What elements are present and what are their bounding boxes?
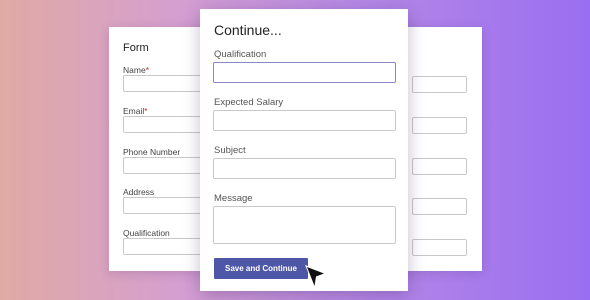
qualification-input[interactable] <box>213 62 396 83</box>
continue-form-title: Continue... <box>214 22 282 38</box>
subject-input[interactable] <box>213 158 396 179</box>
expected-salary-input[interactable] <box>213 110 396 131</box>
name-label: Name* <box>123 65 149 75</box>
right-field-4[interactable] <box>412 198 467 215</box>
right-field-5[interactable] <box>412 239 467 256</box>
expected-salary-label: Expected Salary <box>214 97 284 108</box>
mouse-pointer-icon <box>305 265 327 289</box>
form-title: Form <box>123 42 149 54</box>
qualification-label: Qualification <box>123 228 170 238</box>
save-and-continue-button[interactable]: Save and Continue <box>214 258 308 279</box>
message-textarea[interactable] <box>213 206 396 244</box>
phone-number-label: Phone Number <box>123 147 181 157</box>
message-label: Message <box>214 193 253 204</box>
right-field-2[interactable] <box>412 117 467 134</box>
qualification-label: Qualification <box>214 49 267 60</box>
subject-label: Subject <box>214 145 246 156</box>
address-label: Address <box>123 187 155 197</box>
right-field-1[interactable] <box>412 76 467 93</box>
email-label: Email* <box>123 106 148 116</box>
right-field-3[interactable] <box>412 158 467 175</box>
continue-form-card: Continue... Qualification Expected Salar… <box>200 9 408 291</box>
